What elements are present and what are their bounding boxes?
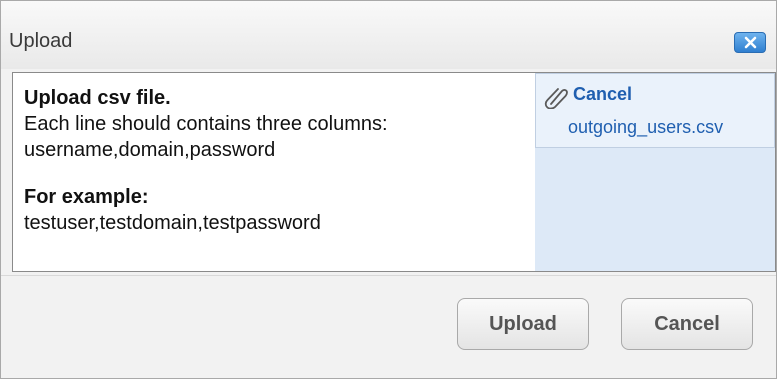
- dialog-titlebar: Upload: [1, 1, 776, 69]
- attachment-item: Cancel outgoing_users.csv: [535, 73, 775, 148]
- upload-button[interactable]: Upload: [457, 298, 589, 350]
- upload-dialog: Upload Upload csv file. Each line should…: [0, 0, 777, 379]
- cancel-button[interactable]: Cancel: [621, 298, 753, 350]
- example-line: testuser,testdomain,testpassword: [24, 212, 321, 234]
- paperclip-icon: [544, 88, 568, 109]
- instructions-line-2: username,domain,password: [24, 139, 276, 161]
- close-button[interactable]: [734, 32, 766, 53]
- instructions-line-1: Each line should contains three columns:: [24, 113, 388, 135]
- cancel-attachment-link[interactable]: Cancel: [573, 84, 632, 105]
- instructions: Upload csv file. Each line should contai…: [24, 85, 388, 236]
- example-heading: For example:: [24, 186, 149, 208]
- dialog-title: Upload: [9, 30, 73, 52]
- close-icon: [744, 36, 757, 49]
- attachment-pane: Cancel outgoing_users.csv: [535, 73, 775, 271]
- attachment-file-name: outgoing_users.csv: [568, 117, 724, 137]
- instructions-heading: Upload csv file.: [24, 87, 171, 109]
- footer-divider: [1, 275, 776, 276]
- dialog-body: Upload csv file. Each line should contai…: [12, 72, 776, 272]
